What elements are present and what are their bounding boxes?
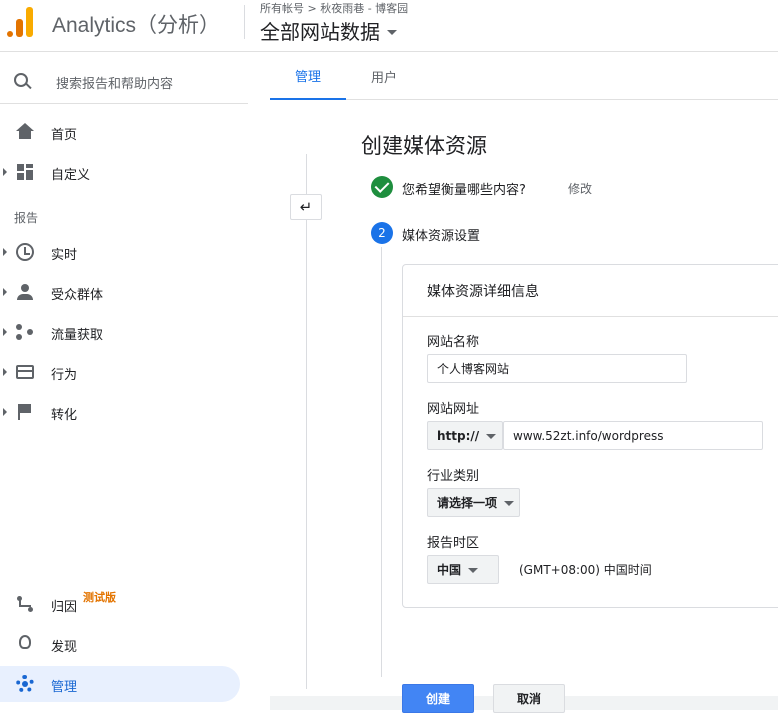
timezone-value[interactable]: (GMT+08:00) 中国时间 — [519, 561, 652, 578]
flag-icon — [16, 403, 34, 421]
back-arrow-icon: ↵ — [299, 198, 313, 216]
sidebar-item-label: 转化 — [51, 408, 78, 423]
page-title: 创建媒体资源 — [361, 134, 487, 158]
tab-bar: 管理 用户 — [270, 52, 778, 100]
expand-arrow-icon — [3, 328, 7, 336]
timezone-label: 报告时区 — [427, 536, 480, 551]
sidebar-item-home[interactable]: 首页 — [0, 114, 240, 150]
country-value: 中国 — [437, 563, 462, 577]
create-button[interactable]: 创建 — [402, 684, 474, 713]
sidebar-item-label: 首页 — [51, 128, 78, 143]
chevron-down-icon — [387, 29, 397, 35]
site-url-input[interactable]: www.52zt.info/wordpress — [503, 421, 763, 450]
header-divider — [244, 5, 245, 39]
sidebar-item-label: 自定义 — [51, 168, 91, 183]
beta-badge: 测试版 — [83, 591, 116, 604]
sidebar-item-label: 管理 — [51, 680, 78, 695]
card-divider — [403, 316, 778, 317]
sidebar-item-admin[interactable]: 管理 — [0, 666, 240, 702]
acquisition-icon — [16, 323, 34, 341]
home-icon-base — [19, 131, 31, 139]
sidebar-item-acquisition[interactable]: 流量获取 — [0, 314, 240, 350]
step-number-badge: 2 — [371, 222, 393, 244]
cancel-button[interactable]: 取消 — [493, 684, 565, 713]
sidebar-item-realtime[interactable]: 实时 — [0, 234, 240, 270]
sidebar-item-attribution[interactable]: 归因 测试版 — [0, 586, 240, 622]
analytics-logo-icon[interactable] — [7, 7, 33, 37]
sidebar-item-behavior[interactable]: 行为 — [0, 354, 240, 390]
back-button[interactable]: ↵ — [290, 194, 322, 220]
chevron-down-icon — [486, 433, 497, 439]
main-content: 管理 用户 ↵ 创建媒体资源 您希望衡量哪些内容? 修改 2 媒体资源设置 媒体… — [270, 52, 778, 713]
protocol-value: http:// — [437, 428, 480, 443]
clock-icon — [16, 243, 34, 261]
chevron-down-icon — [468, 567, 479, 573]
panel-divider — [306, 154, 307, 689]
expand-arrow-icon — [3, 248, 7, 256]
lightbulb-icon — [19, 635, 31, 649]
sidebar-item-label: 发现 — [51, 640, 78, 655]
edit-link[interactable]: 修改 — [568, 180, 592, 197]
property-selector[interactable]: 全部网站数据 — [260, 16, 397, 45]
gear-icon — [16, 675, 34, 693]
search-icon — [14, 73, 32, 91]
step-2-label: 媒体资源设置 — [402, 229, 481, 244]
site-name-label: 网站名称 — [427, 335, 480, 350]
sidebar-item-label: 实时 — [51, 248, 78, 263]
sidebar-item-label: 受众群体 — [51, 288, 104, 303]
site-name-input[interactable]: 个人博客网站 — [427, 354, 687, 383]
breadcrumb[interactable]: 所有帐号 > 秋夜雨巷 - 博客园 — [260, 0, 408, 16]
property-details-card: 媒体资源详细信息 网站名称 个人博客网站 网站网址 http:// www.52… — [402, 264, 778, 608]
step-1-label: 您希望衡量哪些内容? — [402, 183, 526, 198]
create-property-panel: ↵ 创建媒体资源 您希望衡量哪些内容? 修改 2 媒体资源设置 媒体资源详细信息… — [270, 100, 778, 713]
sidebar-item-customization[interactable]: 自定义 — [0, 154, 240, 190]
property-title: 全部网站数据 — [260, 20, 380, 44]
country-dropdown[interactable]: 中国 — [427, 555, 499, 584]
expand-arrow-icon — [3, 368, 7, 376]
sidebar-item-conversions[interactable]: 转化 — [0, 394, 240, 430]
search-input[interactable]: 搜索报告和帮助内容 — [56, 73, 173, 92]
dashboard-icon — [16, 163, 34, 181]
sidebar-item-label: 归因 — [51, 600, 78, 615]
expand-arrow-icon — [3, 408, 7, 416]
sidebar-item-label: 流量获取 — [51, 328, 104, 343]
behavior-icon — [16, 365, 34, 379]
sidebar-item-discover[interactable]: 发现 — [0, 626, 240, 662]
sidebar-item-label: 行为 — [51, 368, 78, 383]
sidebar: 搜索报告和帮助内容 首页 自定义 报告 实时 受众群体 流量获取 行为 转化 归… — [0, 52, 248, 710]
person-icon — [16, 283, 34, 301]
industry-value: 请选择一项 — [437, 496, 498, 510]
chevron-down-icon — [504, 500, 515, 506]
protocol-dropdown[interactable]: http:// — [427, 421, 503, 450]
step-connector-line — [381, 247, 382, 677]
check-circle-icon — [371, 176, 393, 198]
expand-arrow-icon — [3, 288, 7, 296]
sidebar-item-audience[interactable]: 受众群体 — [0, 274, 240, 310]
tab-admin[interactable]: 管理 — [270, 52, 346, 100]
industry-dropdown[interactable]: 请选择一项 — [427, 488, 520, 517]
top-header: Analytics（分析） 所有帐号 > 秋夜雨巷 - 博客园 全部网站数据 — [0, 0, 778, 52]
card-title: 媒体资源详细信息 — [427, 284, 539, 300]
section-label-reports: 报告 — [14, 211, 39, 225]
attribution-icon — [16, 595, 34, 613]
site-url-label: 网站网址 — [427, 402, 480, 417]
expand-arrow-icon — [3, 168, 7, 176]
sidebar-search[interactable]: 搜索报告和帮助内容 — [0, 60, 248, 104]
tab-users[interactable]: 用户 — [346, 52, 422, 100]
app-title: Analytics（分析） — [52, 14, 221, 37]
industry-label: 行业类别 — [427, 469, 480, 484]
